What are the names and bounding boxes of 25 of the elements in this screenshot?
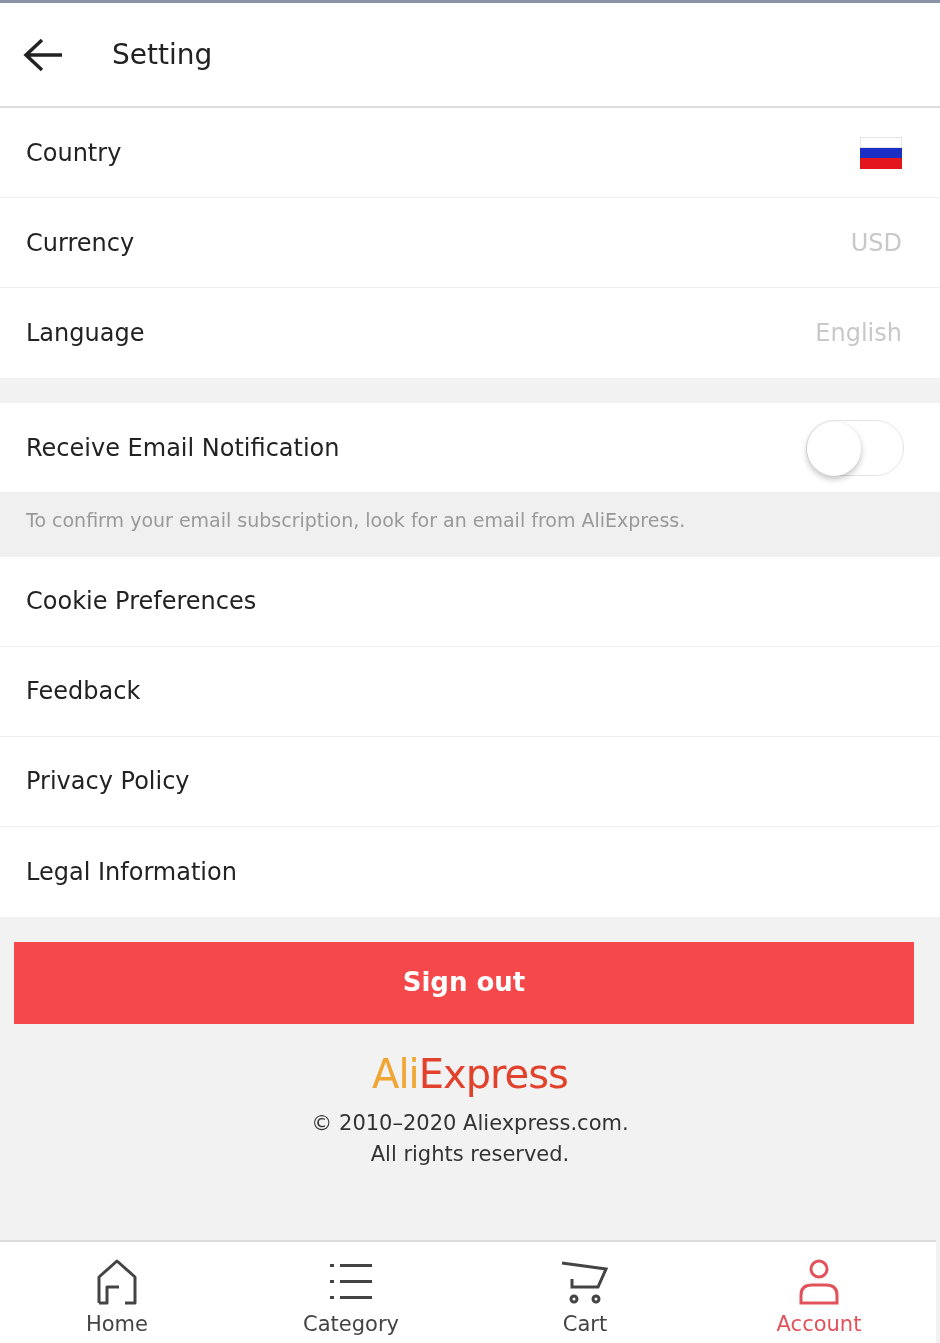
settings-row[interactable]: Privacy Policy [0, 736, 940, 827]
page-title: Setting [112, 36, 213, 73]
settings-row[interactable]: Cookie Preferences [0, 556, 940, 647]
flag-icon [860, 136, 902, 169]
row-label: Legal Information [26, 856, 237, 888]
sign-out-button[interactable]: Sign out [14, 941, 914, 1024]
settings-row[interactable]: Feedback [0, 646, 940, 737]
back-icon[interactable] [22, 36, 64, 73]
row-label: Language [26, 318, 145, 349]
row-label: Currency [26, 227, 135, 259]
logo: AliExpress [372, 1049, 568, 1099]
toggle-switch[interactable] [806, 419, 904, 476]
settings-row[interactable]: Country [0, 108, 940, 198]
nav-tab[interactable]: Home [0, 1242, 234, 1343]
settings-row[interactable]: Legal Information [0, 826, 940, 917]
row-label: Receive Email Notification [26, 432, 340, 464]
row-label: Country [26, 137, 122, 169]
nav-tab[interactable]: Category [234, 1242, 468, 1343]
row-label: Privacy Policy [26, 766, 190, 797]
nav-tab[interactable]: Cart [468, 1242, 702, 1343]
row-label: Cookie Preferences [26, 586, 257, 617]
copyright-text: All rights reserved. [370, 1141, 570, 1166]
nav-tab[interactable]: Account [702, 1242, 936, 1343]
copyright-text: © 2010–2020 Aliexpress.com. [311, 1110, 629, 1135]
row-label: Feedback [26, 676, 141, 707]
